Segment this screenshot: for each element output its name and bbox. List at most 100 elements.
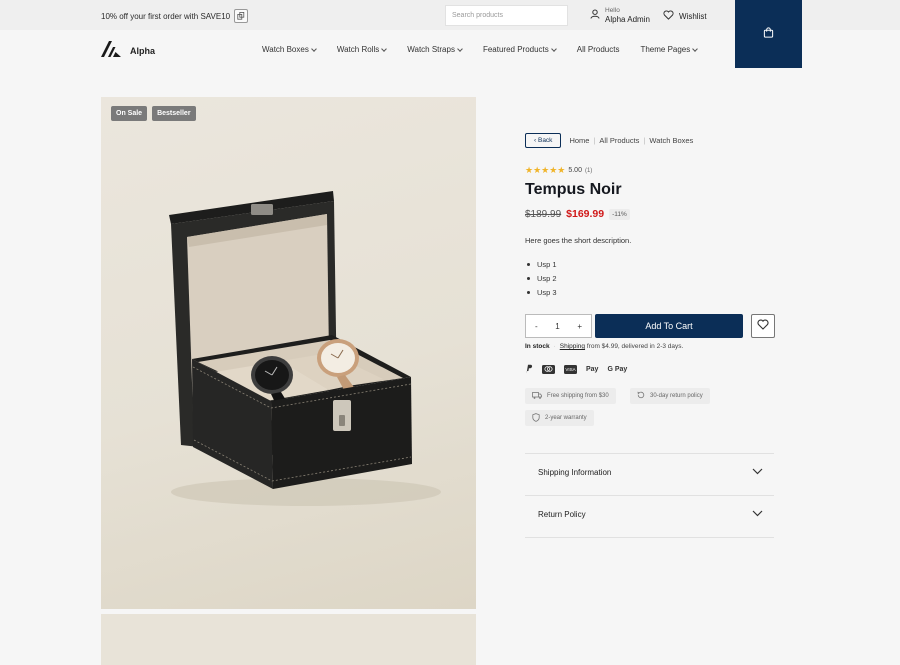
bullet-icon	[527, 262, 530, 266]
free-shipping-pill: Free shipping from $30	[525, 388, 616, 404]
paypal-icon	[525, 364, 533, 374]
nav-label: Watch Rolls	[336, 45, 380, 54]
chevron-down-icon	[752, 468, 763, 477]
visa-icon: VISA	[564, 364, 577, 374]
accordion-return-policy[interactable]: Return Policy	[538, 510, 763, 519]
brand-name: Alpha	[130, 46, 156, 56]
breadcrumb-separator: |	[643, 136, 646, 145]
back-label: Back	[537, 137, 553, 144]
copy-code-icon[interactable]	[234, 9, 249, 23]
breadcrumb-separator: |	[593, 136, 596, 145]
search-placeholder: Search products	[452, 12, 503, 19]
breadcrumb-home[interactable]: Home	[569, 136, 589, 145]
watch-box-illustration	[169, 191, 441, 506]
usp-text: Usp 3	[537, 287, 557, 297]
wishlist-label: Wishlist	[679, 11, 707, 21]
nav-item-all-products[interactable]: All Products	[577, 45, 620, 54]
shield-icon	[532, 412, 540, 424]
sale-price: $169.99	[566, 208, 605, 220]
nav-label: Watch Boxes	[262, 45, 309, 54]
free-shipping-text: Free shipping from $30	[547, 393, 609, 399]
rating-count: (1)	[584, 167, 593, 174]
nav-label: Featured Products	[482, 45, 549, 54]
apple-pay-icon: Pay	[586, 366, 598, 373]
payment-methods: VISA Pay G Pay	[525, 364, 627, 374]
star-rating-icon: ★★★★★	[525, 165, 566, 175]
accordion-label: Shipping Information	[538, 468, 612, 477]
add-to-cart-label: Add To Cart	[645, 321, 693, 331]
stock-separator: ·	[553, 343, 556, 350]
back-button[interactable]: ‹ Back	[525, 133, 562, 148]
stock-info: In stock · Shipping from $4.99, delivere…	[525, 343, 683, 350]
shipping-text: from $4.99, delivered in 2-3 days.	[586, 343, 684, 350]
breadcrumb-current: Watch Boxes	[649, 136, 694, 145]
bullet-icon	[527, 290, 530, 294]
bullet-icon	[527, 276, 530, 280]
shipping-link[interactable]: Shipping	[560, 343, 585, 350]
warranty-text: 2-year warranty	[545, 415, 587, 421]
nav-item-featured-products[interactable]: Featured Products	[482, 45, 557, 54]
warranty-pill: 2-year warranty	[525, 410, 594, 426]
short-description: Here goes the short description.	[525, 236, 632, 245]
wishlist-link[interactable]: Wishlist	[663, 10, 707, 22]
shopping-bag-icon	[763, 25, 774, 43]
nav-item-watch-rolls[interactable]: Watch Rolls	[336, 45, 388, 54]
add-to-cart-button[interactable]: Add To Cart	[595, 314, 743, 338]
quantity-increase-button[interactable]: +	[577, 322, 582, 331]
user-name: Alpha Admin	[605, 15, 650, 24]
usp-item: Usp 3	[527, 285, 557, 299]
chevron-down-icon	[381, 45, 388, 52]
heart-icon	[757, 317, 769, 335]
return-policy-text: 30-day return policy	[650, 393, 703, 399]
nav-item-theme-pages[interactable]: Theme Pages	[640, 45, 699, 54]
quantity-stepper: - 1 +	[525, 314, 592, 338]
breadcrumb: ‹ Back Home | All Products | Watch Boxes	[525, 133, 693, 148]
return-arrow-icon	[637, 391, 645, 401]
product-rating[interactable]: ★★★★★ 5.00 (1)	[525, 165, 592, 176]
mastercard-icon	[542, 364, 555, 374]
accordion-label: Return Policy	[538, 510, 586, 519]
breadcrumb-all-products[interactable]: All Products	[599, 136, 639, 145]
cart-button[interactable]	[735, 0, 802, 68]
account-link[interactable]: Hello Alpha Admin	[590, 6, 650, 24]
stock-status: In stock	[525, 343, 550, 350]
chevron-down-icon	[457, 45, 463, 52]
logo-mark-icon	[101, 40, 121, 62]
promo-banner: 10% off your first order with SAVE10	[101, 9, 249, 23]
hello-label: Hello	[605, 7, 620, 14]
bestseller-badge: Bestseller	[152, 106, 196, 121]
quantity-decrease-button[interactable]: -	[535, 322, 538, 331]
nav-item-watch-straps[interactable]: Watch Straps	[407, 45, 463, 54]
divider	[525, 453, 774, 454]
apple-pay-text: Pay	[586, 365, 599, 373]
rating-value: 5.00	[568, 167, 582, 174]
usp-item: Usp 2	[527, 271, 557, 285]
price-block: $189.99 $169.99 -11%	[525, 208, 630, 220]
chevron-down-icon	[311, 45, 317, 52]
add-to-wishlist-button[interactable]	[751, 314, 775, 338]
divider	[525, 537, 774, 538]
sale-badge: On Sale	[111, 106, 148, 121]
product-image-secondary[interactable]	[101, 614, 476, 665]
usp-list: Usp 1 Usp 2 Usp 3	[527, 257, 557, 299]
site-logo[interactable]: Alpha	[101, 40, 155, 62]
nav-item-watch-boxes[interactable]: Watch Boxes	[262, 45, 317, 54]
truck-icon	[532, 391, 542, 401]
nav-label: All Products	[576, 45, 620, 54]
heart-icon	[663, 10, 674, 22]
product-title: Tempus Noir	[525, 181, 622, 198]
chevron-down-icon	[752, 510, 763, 519]
user-icon	[590, 6, 600, 24]
usp-text: Usp 1	[537, 259, 557, 269]
nav-label: Watch Straps	[407, 45, 455, 54]
discount-badge: -11%	[609, 208, 630, 220]
accordion-shipping-information[interactable]: Shipping Information	[538, 468, 763, 477]
usp-item: Usp 1	[527, 257, 557, 271]
quantity-input[interactable]: 1	[555, 322, 559, 331]
divider	[525, 495, 774, 496]
search-input[interactable]: Search products	[445, 5, 568, 26]
main-nav: Watch Boxes Watch Rolls Watch Straps Fea…	[262, 45, 718, 54]
product-image-main[interactable]: On Sale Bestseller	[101, 97, 476, 609]
usp-text: Usp 2	[537, 273, 557, 283]
google-pay-icon: G Pay	[607, 365, 628, 373]
